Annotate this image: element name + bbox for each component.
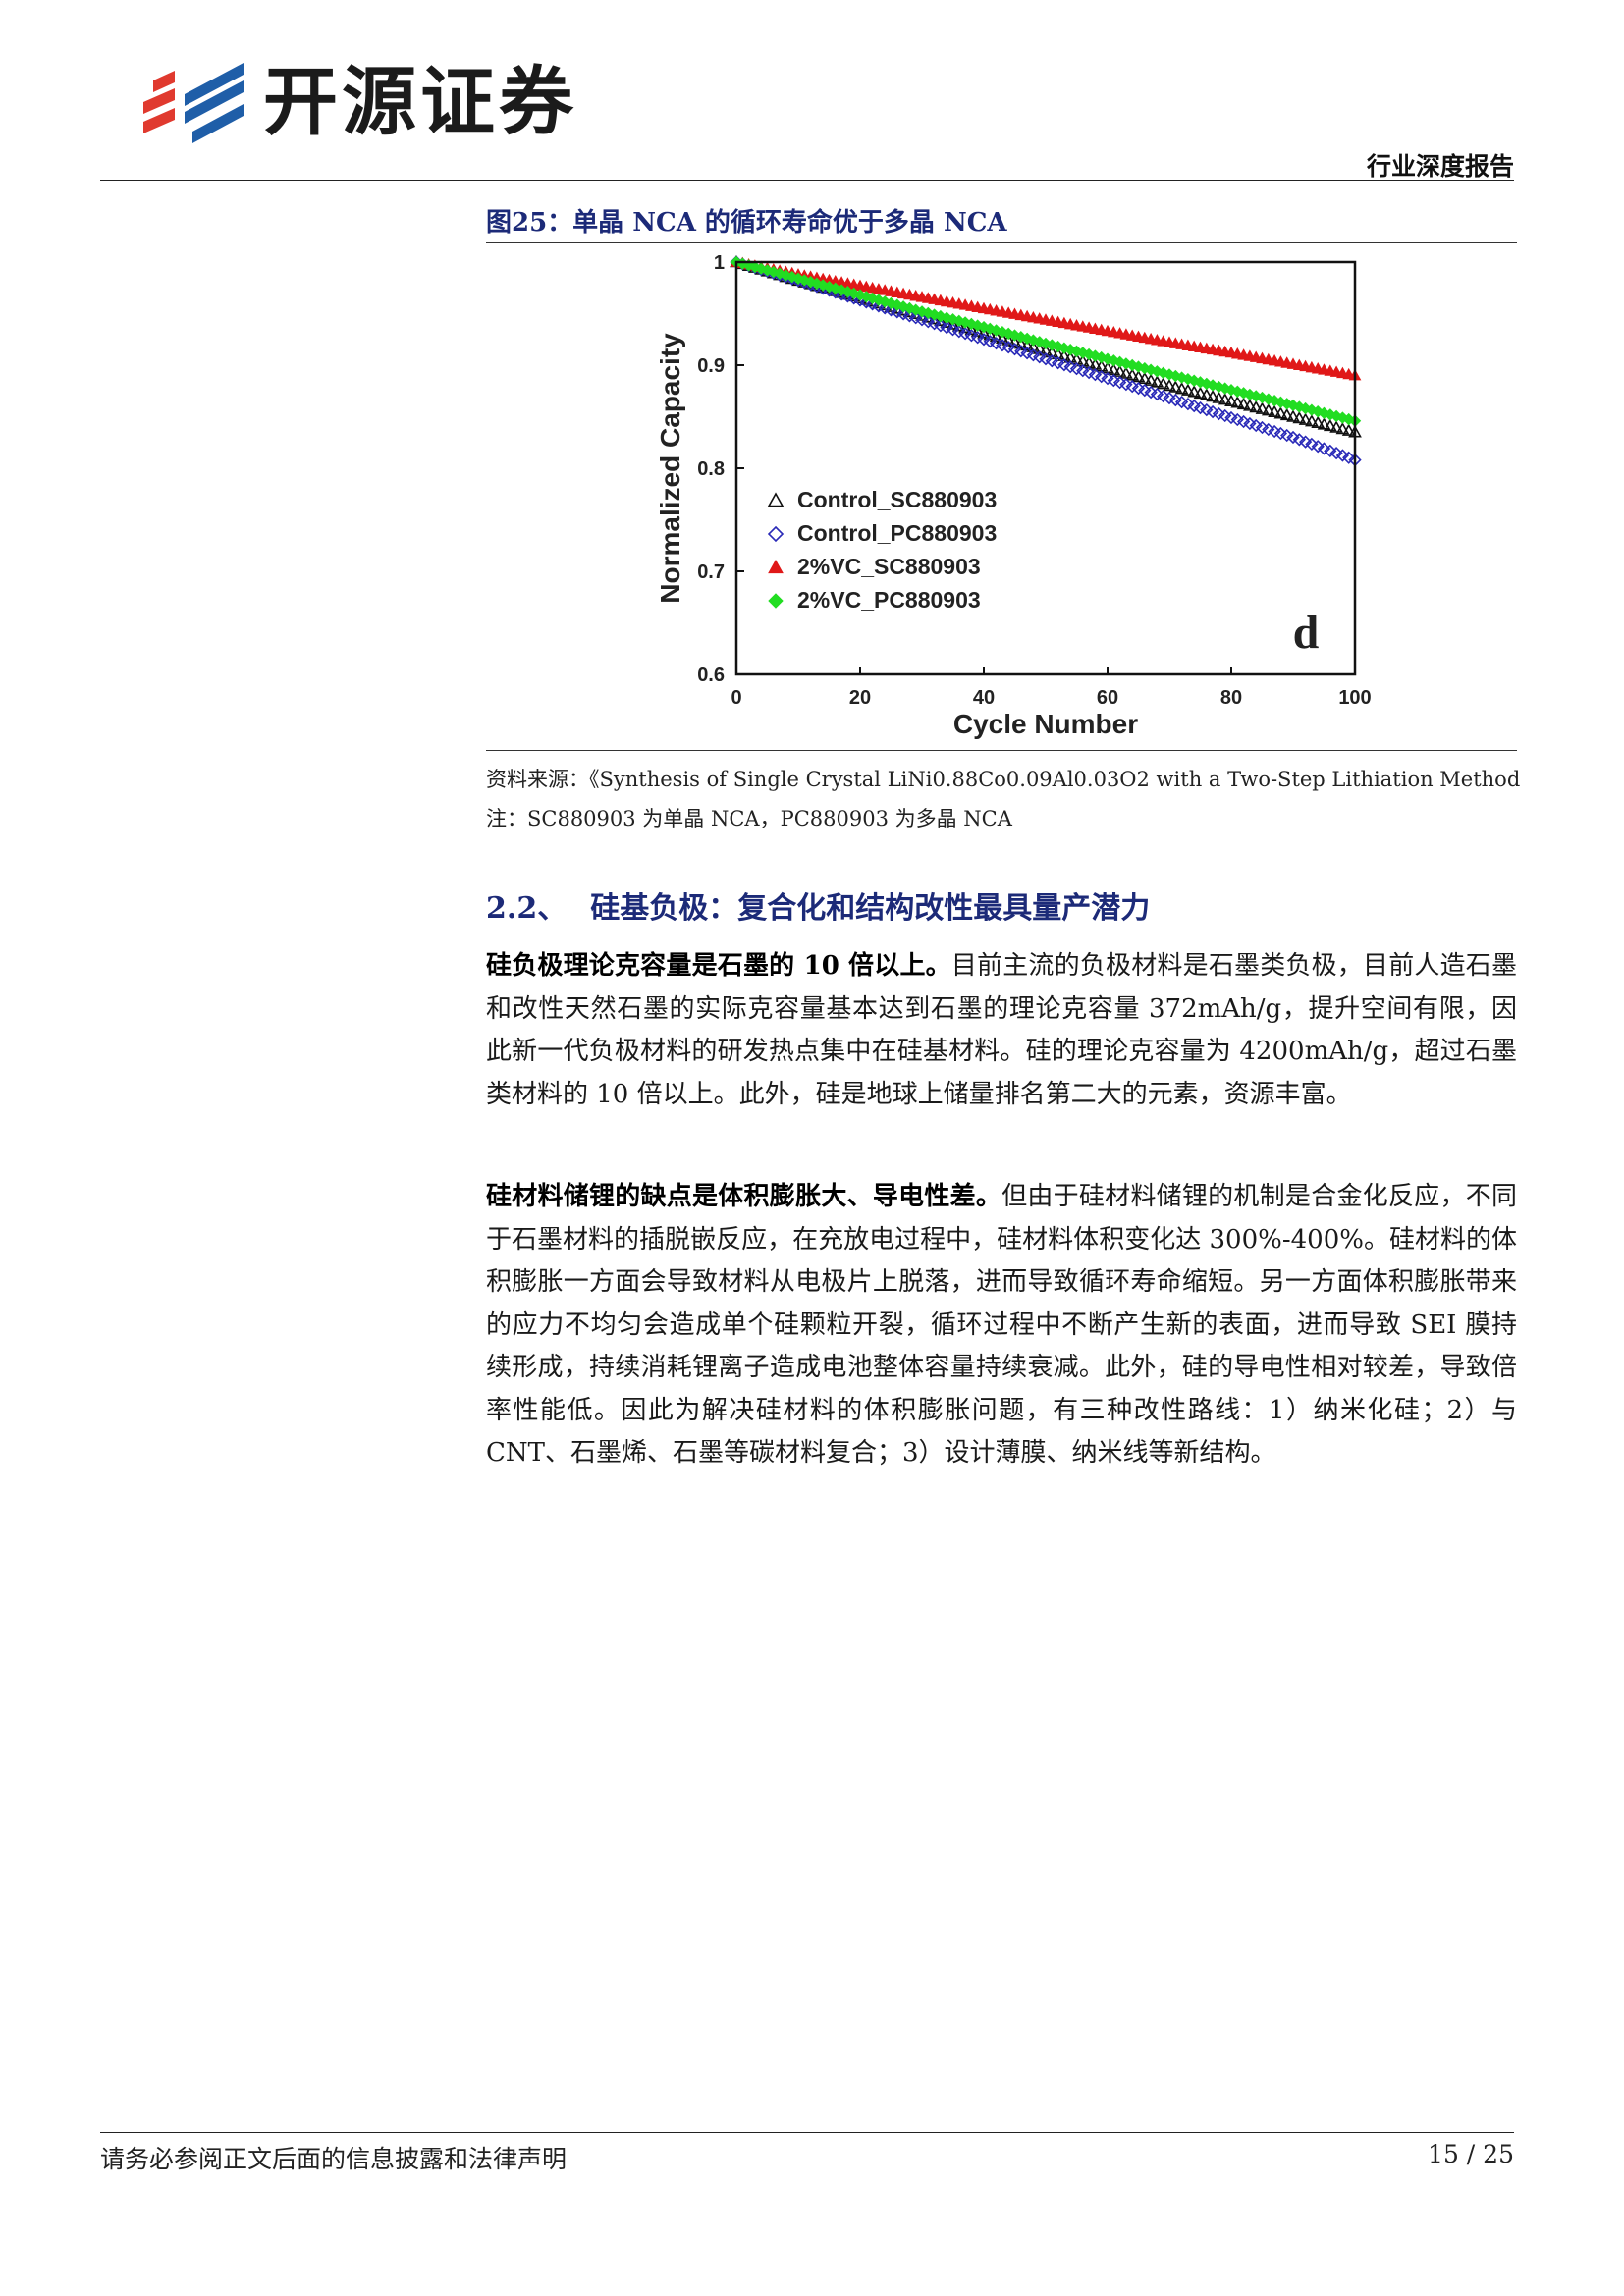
paragraph-lead: 硅负极理论克容量是石墨的 10 倍以上。 — [486, 951, 951, 981]
report-type-label: 行业深度报告 — [1366, 152, 1514, 181]
x-tick-label: 60 — [1097, 687, 1118, 709]
figure-note: 注：SC880903 为单晶 NCA，PC880903 为多晶 NCA — [486, 807, 1012, 830]
legend-marker — [767, 525, 785, 543]
logo-text: 开源证券 — [263, 58, 577, 145]
legend-marker — [768, 559, 784, 574]
figure-source: 资料来源：《Synthesis of Single Crystal LiNi0.… — [486, 768, 1521, 791]
paragraph-body: 但由于硅材料储锂的机制是合金化反应，不同于石墨材料的插脱嵌反应，在充放电过程中，… — [486, 1182, 1517, 1468]
chart-legend: Control_SC880903 Control_PC880903 2%VC_SC8… — [767, 487, 997, 613]
figure-bottom-rule — [486, 750, 1517, 751]
y-axis-label: Normalized Capacity — [655, 333, 685, 604]
x-tick-label: 40 — [973, 687, 995, 709]
panel-label: d — [1293, 607, 1320, 659]
y-tick-label: 0.9 — [697, 355, 725, 377]
x-tick-label: 80 — [1220, 687, 1242, 709]
legend-label: Control_PC880903 — [797, 520, 997, 546]
chart-marks — [730, 254, 1362, 467]
legend-label: Control_SC880903 — [797, 487, 997, 512]
series-2%VC_PC880903 — [730, 255, 1362, 427]
paragraph-silicon-capacity: 硅负极理论克容量是石墨的 10 倍以上。目前主流的负极材料是石墨类负极，目前人造… — [486, 945, 1517, 1116]
header-divider — [100, 180, 1514, 181]
x-axis-label: Cycle Number — [953, 709, 1138, 739]
logo-mark-icon — [143, 63, 244, 143]
legend-label: 2%VC_SC880903 — [797, 554, 981, 579]
x-tick-label: 100 — [1338, 687, 1371, 709]
legend-marker — [767, 492, 785, 507]
footer-divider — [100, 2132, 1514, 2133]
figure-title: 图25：单晶 NCA 的循环寿命优于多晶 NCA — [486, 208, 1007, 238]
section-title: 硅基负极：复合化和结构改性最具量产潜力 — [590, 891, 1151, 926]
section-heading: 2.2、 硅基负极：复合化和结构改性最具量产潜力 — [486, 883, 1150, 927]
y-tick-label: 0.7 — [697, 561, 725, 583]
footer-disclaimer: 请务必参阅正文后面的信息披露和法律声明 — [100, 2145, 568, 2173]
x-tick-label: 0 — [731, 687, 741, 709]
y-tick-label: 0.8 — [697, 458, 725, 480]
paragraph-lead: 硅材料储锂的缺点是体积膨胀大、导电性差。 — [486, 1182, 1002, 1211]
paragraph-silicon-drawbacks: 硅材料储锂的缺点是体积膨胀大、导电性差。但由于硅材料储锂的机制是合金化反应，不同… — [486, 1176, 1517, 1475]
x-tick-label: 20 — [849, 687, 871, 709]
figure-top-rule — [486, 242, 1517, 243]
legend-marker — [768, 593, 784, 609]
legend-label: 2%VC_PC880903 — [797, 587, 981, 613]
y-tick-label: 0.6 — [697, 665, 725, 686]
series-2%VC_SC880903 — [730, 255, 1362, 381]
section-number: 2.2、 — [486, 891, 568, 926]
y-tick-label: 1 — [714, 252, 725, 274]
capacity-chart: 0 20 40 60 80 100 0.6 0.7 0.8 0.9 1 Control_SC8809… — [655, 252, 1372, 739]
page-number: 15 / 25 — [1428, 2140, 1514, 2168]
